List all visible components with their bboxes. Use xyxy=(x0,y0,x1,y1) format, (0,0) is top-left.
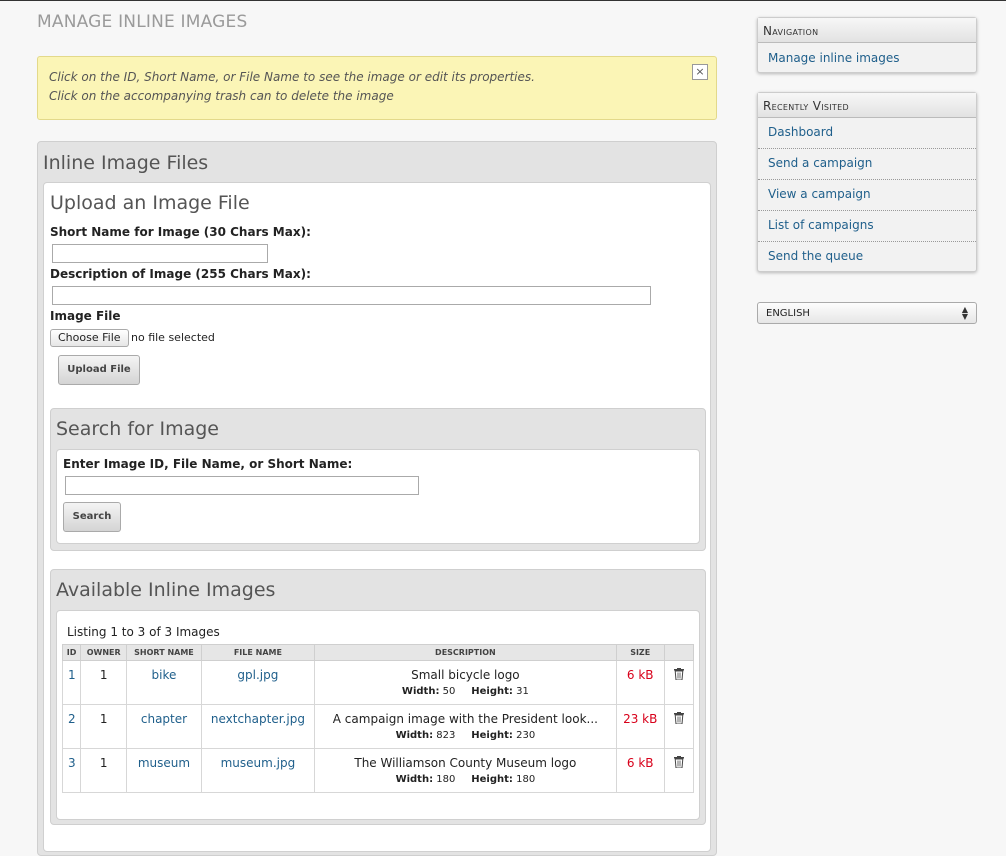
recent-item-view-campaign[interactable]: View a campaign xyxy=(758,180,976,211)
owner-cell: 1 xyxy=(80,704,128,749)
width-value: 823 xyxy=(436,730,456,741)
width-label: Width: xyxy=(401,686,440,697)
width-label: Width: xyxy=(395,774,434,785)
listing-count: Listing 1 to 3 of 3 Images xyxy=(67,625,220,639)
navigation-box: Navigation Manage inline images xyxy=(757,17,977,73)
search-button[interactable]: Search xyxy=(63,502,121,532)
height-label: Height: xyxy=(471,730,513,741)
recent-item-list-campaigns[interactable]: List of campaigns xyxy=(758,211,976,242)
column-header-owner: OWNER xyxy=(80,644,128,661)
column-header-file-name: FILE NAME xyxy=(200,644,316,661)
image-id-link[interactable]: 2 xyxy=(68,712,76,726)
available-images-panel: Available Inline Images Listing 1 to 3 o… xyxy=(50,569,706,825)
search-body: Enter Image ID, File Name, or Short Name… xyxy=(56,449,700,544)
description-cell: Small bicycle logo Width: 50 Height: 31 xyxy=(314,660,617,705)
owner-cell: 1 xyxy=(80,660,128,705)
recent-link[interactable]: Send the queue xyxy=(768,249,863,263)
height-label: Height: xyxy=(471,774,513,785)
description-label: Description of Image (255 Chars Max): xyxy=(50,267,311,281)
column-header-short-name: SHORT NAME xyxy=(126,644,202,661)
short-name-input[interactable] xyxy=(52,244,268,263)
dimensions: Width: 180 Height: 180 xyxy=(316,774,614,785)
search-label: Enter Image ID, File Name, or Short Name… xyxy=(63,457,353,471)
table-row: 2 1 chapter nextchapter.jpg A campaign i… xyxy=(61,704,695,749)
info-line-1: Click on the ID, Short Name, or File Nam… xyxy=(49,70,535,84)
inline-image-files-panel: Inline Image Files Upload an Image File … xyxy=(37,141,717,856)
short-name-link[interactable]: museum xyxy=(138,756,190,770)
height-value: 31 xyxy=(516,686,529,697)
info-line-2: Click on the accompanying trash can to d… xyxy=(49,89,394,103)
size-cell: 6 kB xyxy=(615,748,665,793)
width-value: 180 xyxy=(436,774,456,785)
upload-title: Upload an Image File xyxy=(50,192,250,214)
images-table: ID OWNER SHORT NAME FILE NAME DESCRIPTIO… xyxy=(61,644,695,793)
available-title: Available Inline Images xyxy=(56,579,276,601)
navigation-title: Navigation xyxy=(758,18,976,43)
recent-item-send-queue[interactable]: Send the queue xyxy=(758,242,976,273)
language-selected: ENGLISH xyxy=(766,308,810,319)
panel-body: Upload an Image File Short Name for Imag… xyxy=(43,182,711,852)
recent-item-dashboard[interactable]: Dashboard xyxy=(758,118,976,149)
size-cell: 23 kB xyxy=(615,704,665,749)
table-row: 3 1 museum museum.jpg The Williamson Cou… xyxy=(61,748,695,793)
available-body: Listing 1 to 3 of 3 Images ID OWNER SHOR… xyxy=(56,610,700,820)
description-text: The Williamson County Museum logo xyxy=(354,756,577,770)
column-header-description: DESCRIPTION xyxy=(314,644,617,661)
table-row: 1 1 bike gpl.jpg Small bicycle logo Widt… xyxy=(61,660,695,705)
search-title: Search for Image xyxy=(56,418,219,440)
trash-icon[interactable] xyxy=(673,668,684,681)
search-input[interactable] xyxy=(65,476,419,495)
file-status: no file selected xyxy=(131,331,215,344)
close-icon[interactable]: × xyxy=(692,64,708,80)
height-label: Height: xyxy=(471,686,513,697)
upload-file-button[interactable]: Upload File xyxy=(58,355,140,385)
trash-icon[interactable] xyxy=(673,712,684,725)
choose-file-button[interactable]: Choose File xyxy=(50,329,129,347)
description-cell: The Williamson County Museum logo Width:… xyxy=(314,748,617,793)
short-name-link[interactable]: bike xyxy=(152,668,177,682)
height-value: 230 xyxy=(516,730,536,741)
recent-link[interactable]: Dashboard xyxy=(768,125,833,139)
description-text: A campaign image with the President look… xyxy=(332,712,598,726)
column-header-actions xyxy=(663,644,695,661)
owner-cell: 1 xyxy=(80,748,128,793)
table-header-row: ID OWNER SHORT NAME FILE NAME DESCRIPTIO… xyxy=(61,644,695,661)
recently-visited-box: Recently Visited Dashboard Send a campai… xyxy=(757,92,977,272)
width-label: Width: xyxy=(395,730,434,741)
trash-icon[interactable] xyxy=(673,756,684,769)
select-arrows-icon: ▲ ▼ xyxy=(961,305,969,321)
recent-link[interactable]: Send a campaign xyxy=(768,156,872,170)
file-name-link[interactable]: nextchapter.jpg xyxy=(211,712,305,726)
dimensions: Width: 50 Height: 31 xyxy=(316,686,614,697)
description-input[interactable] xyxy=(52,286,651,305)
size-cell: 6 kB xyxy=(615,660,665,705)
nav-item-manage-inline-images[interactable]: Manage inline images xyxy=(758,43,976,72)
column-header-size: SIZE xyxy=(615,644,665,661)
height-value: 180 xyxy=(516,774,536,785)
recent-link[interactable]: List of campaigns xyxy=(768,218,874,232)
page-title: MANAGE INLINE IMAGES xyxy=(37,12,248,32)
short-name-label: Short Name for Image (30 Chars Max): xyxy=(50,225,311,239)
search-panel: Search for Image Enter Image ID, File Na… xyxy=(50,408,706,551)
recently-visited-title: Recently Visited xyxy=(758,93,976,118)
image-id-link[interactable]: 3 xyxy=(68,756,76,770)
dimensions: Width: 823 Height: 230 xyxy=(316,730,614,741)
recent-link[interactable]: View a campaign xyxy=(768,187,871,201)
column-header-id: ID xyxy=(61,644,82,661)
file-name-link[interactable]: gpl.jpg xyxy=(237,668,278,682)
recent-item-send-campaign[interactable]: Send a campaign xyxy=(758,149,976,180)
short-name-link[interactable]: chapter xyxy=(141,712,187,726)
image-file-label: Image File xyxy=(50,309,121,323)
description-text: Small bicycle logo xyxy=(411,668,520,682)
panel-title: Inline Image Files xyxy=(43,152,209,174)
width-value: 50 xyxy=(442,686,456,697)
image-id-link[interactable]: 1 xyxy=(68,668,76,682)
language-select[interactable]: ENGLISH ▲ ▼ xyxy=(757,302,977,324)
description-cell: A campaign image with the President look… xyxy=(314,704,617,749)
file-name-link[interactable]: museum.jpg xyxy=(221,756,296,770)
info-message: Click on the ID, Short Name, or File Nam… xyxy=(37,56,717,120)
nav-link[interactable]: Manage inline images xyxy=(768,51,900,65)
